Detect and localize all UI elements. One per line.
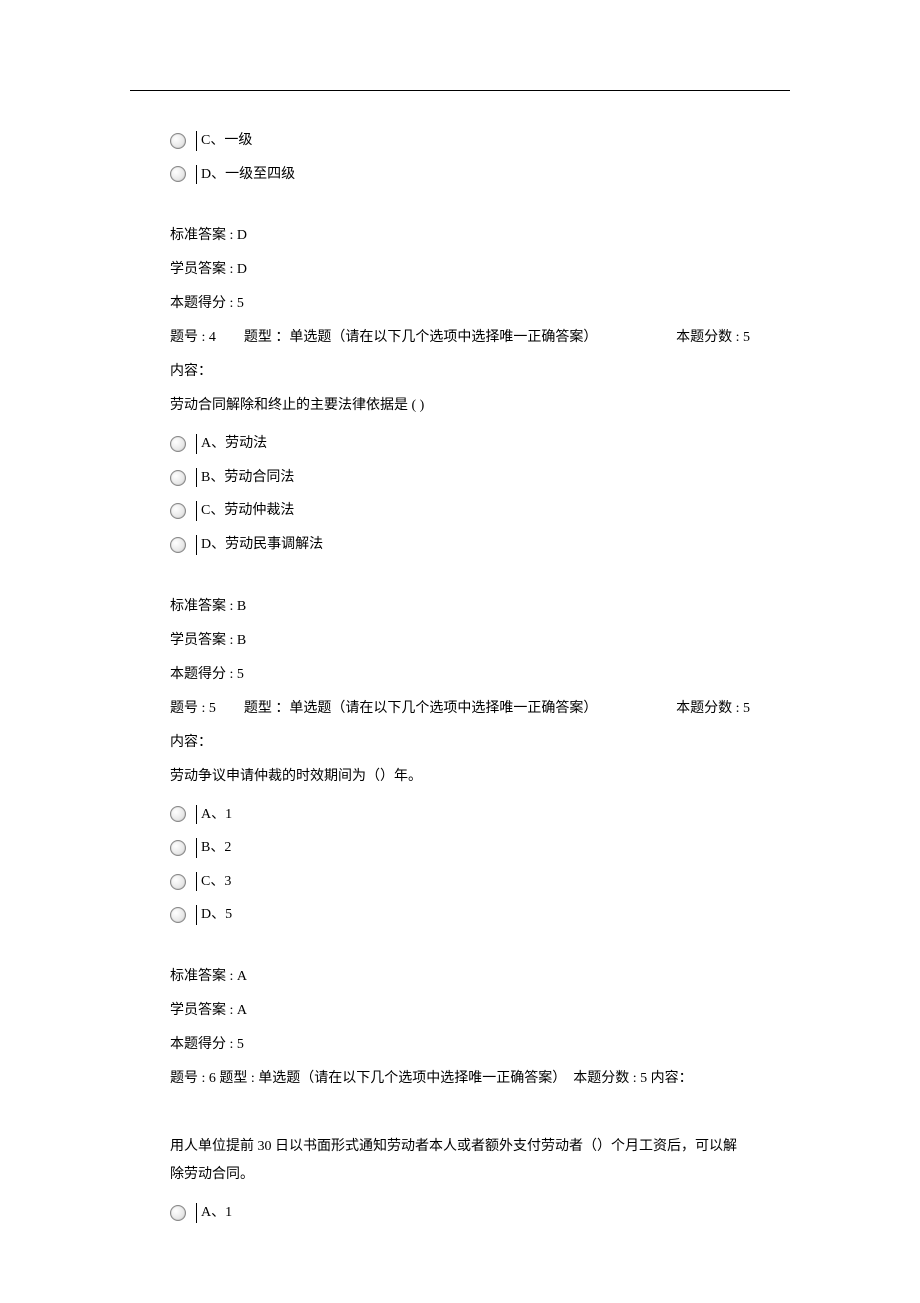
- q5-option-d[interactable]: D、5: [170, 905, 750, 925]
- q3-standard-answer: 标准答案 : D: [170, 222, 750, 250]
- document-content: C、一级 D、一级至四级 标准答案 : D 学员答案 : D 本题得分 : 5 …: [0, 131, 920, 1223]
- q3-score: 本题得分 : 5: [170, 290, 750, 318]
- q3-option-d[interactable]: D、一级至四级: [170, 165, 750, 185]
- option-label: A、1: [196, 1203, 232, 1223]
- option-label: D、5: [196, 905, 232, 925]
- option-label: C、一级: [196, 131, 252, 151]
- q5-header-right: 本题分数 : 5: [676, 695, 750, 723]
- q6-header: 题号 : 6 题型 : 单选题（请在以下几个选项中选择唯一正确答案） 本题分数 …: [170, 1065, 750, 1093]
- q4-header-right: 本题分数 : 5: [676, 324, 750, 352]
- radio-icon: [170, 503, 186, 519]
- q6-content-text: 用人单位提前 30 日以书面形式通知劳动者本人或者额外支付劳动者（）个月工资后，…: [170, 1133, 750, 1189]
- q4-option-b[interactable]: B、劳动合同法: [170, 468, 750, 488]
- radio-icon: [170, 537, 186, 553]
- radio-icon: [170, 166, 186, 182]
- q4-header: 题号 : 4 题型 ：单选题（请在以下几个选项中选择唯一正确答案） 本题分数 :…: [170, 324, 750, 352]
- radio-icon: [170, 907, 186, 923]
- q4-option-a[interactable]: A、劳动法: [170, 434, 750, 454]
- option-label: D、劳动民事调解法: [196, 535, 323, 555]
- q5-standard-answer: 标准答案 : A: [170, 963, 750, 991]
- option-label: A、劳动法: [196, 434, 267, 454]
- q4-student-answer: 学员答案 : B: [170, 627, 750, 655]
- option-label: A、1: [196, 805, 232, 825]
- option-label: C、劳动仲裁法: [196, 501, 294, 521]
- q6-option-a[interactable]: A、1: [170, 1203, 750, 1223]
- option-label: C、3: [196, 872, 231, 892]
- q5-score: 本题得分 : 5: [170, 1031, 750, 1059]
- q5-header: 题号 : 5 题型 ：单选题（请在以下几个选项中选择唯一正确答案） 本题分数 :…: [170, 695, 750, 723]
- radio-icon: [170, 470, 186, 486]
- radio-icon: [170, 874, 186, 890]
- q3-student-answer: 学员答案 : D: [170, 256, 750, 284]
- option-label: B、2: [196, 838, 231, 858]
- q5-student-answer: 学员答案 : A: [170, 997, 750, 1025]
- q5-option-b[interactable]: B、2: [170, 838, 750, 858]
- q4-score: 本题得分 : 5: [170, 661, 750, 689]
- q3-option-c[interactable]: C、一级: [170, 131, 750, 151]
- q5-content-label: 内容：: [170, 729, 750, 757]
- radio-icon: [170, 1205, 186, 1221]
- q4-content-label: 内容：: [170, 358, 750, 386]
- option-label: D、一级至四级: [196, 165, 295, 185]
- q5-option-a[interactable]: A、1: [170, 805, 750, 825]
- radio-icon: [170, 806, 186, 822]
- radio-icon: [170, 436, 186, 452]
- q5-content-text: 劳动争议申请仲裁的时效期间为（）年。: [170, 763, 750, 791]
- q4-standard-answer: 标准答案 : B: [170, 593, 750, 621]
- q4-option-c[interactable]: C、劳动仲裁法: [170, 501, 750, 521]
- document-page: C、一级 D、一级至四级 标准答案 : D 学员答案 : D 本题得分 : 5 …: [0, 0, 920, 1297]
- q5-header-left: 题号 : 5 题型 ：单选题（请在以下几个选项中选择唯一正确答案）: [170, 695, 597, 723]
- radio-icon: [170, 133, 186, 149]
- option-label: B、劳动合同法: [196, 468, 294, 488]
- q4-option-d[interactable]: D、劳动民事调解法: [170, 535, 750, 555]
- q4-header-left: 题号 : 4 题型 ：单选题（请在以下几个选项中选择唯一正确答案）: [170, 324, 597, 352]
- radio-icon: [170, 840, 186, 856]
- top-horizontal-rule: [130, 90, 790, 91]
- q4-content-text: 劳动合同解除和终止的主要法律依据是 ( ): [170, 392, 750, 420]
- q5-option-c[interactable]: C、3: [170, 872, 750, 892]
